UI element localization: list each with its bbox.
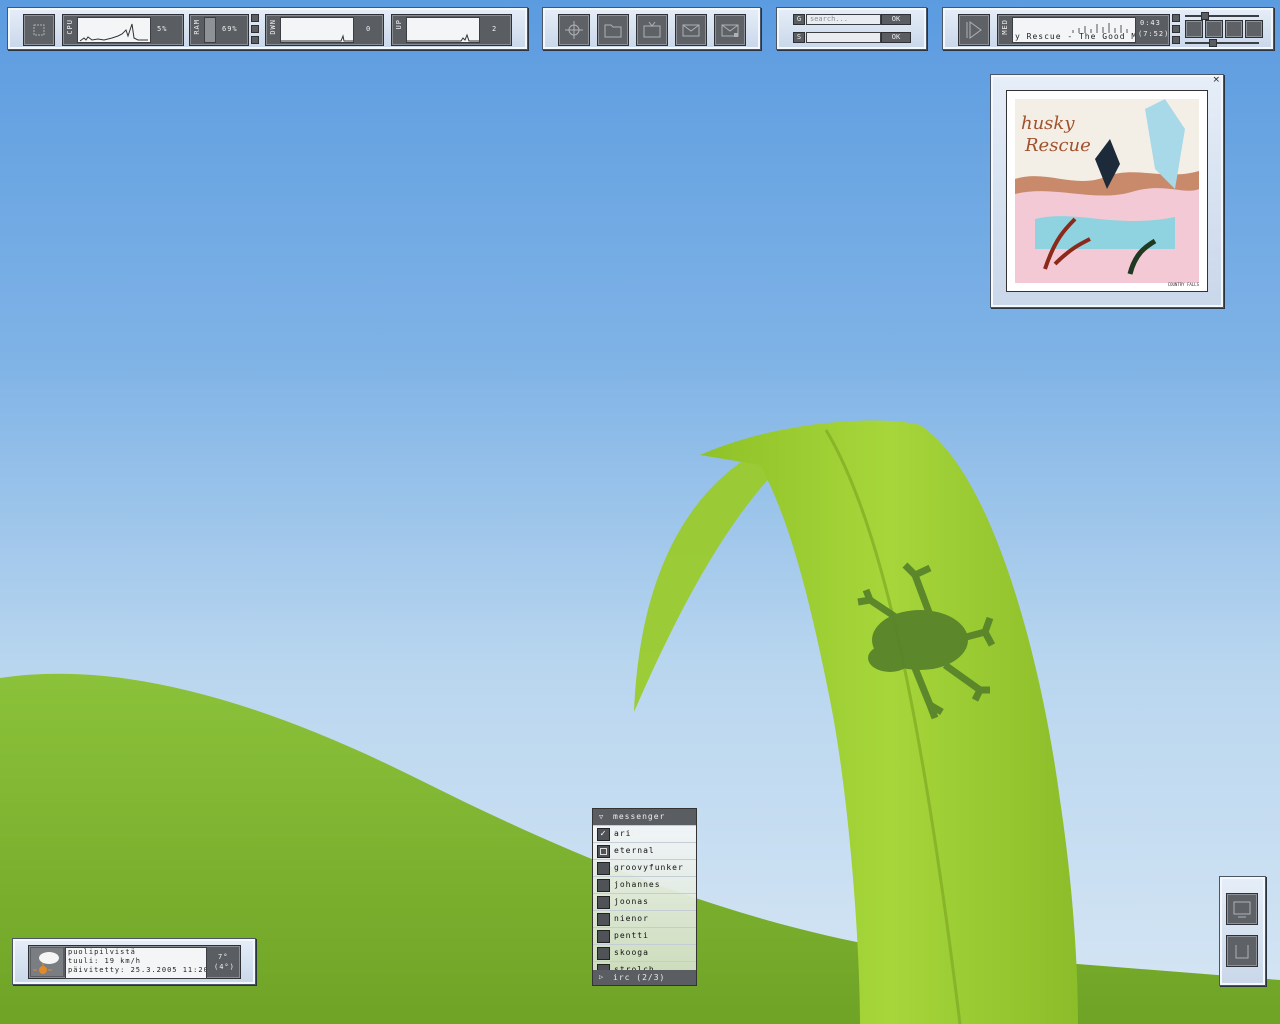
weather-widget: Puolipilvistä Tuuli: 19 km/h Päivitetty:…	[12, 938, 256, 985]
tray-widget	[1219, 876, 1266, 986]
contact-row[interactable]: johannes	[593, 876, 696, 893]
media-option-1[interactable]	[1172, 14, 1180, 22]
mail-icon[interactable]	[675, 14, 707, 46]
ram-meter: RAM 69%	[189, 14, 249, 46]
search-widget: g search... OK s OK	[776, 7, 927, 50]
next-button[interactable]	[1245, 20, 1263, 38]
ram-option-2[interactable]	[251, 25, 259, 33]
track-title: y Rescue - The Good Ma	[1015, 32, 1136, 41]
album-cover-image: husky Rescue	[1015, 99, 1199, 283]
volume-handle[interactable]	[1201, 12, 1209, 20]
time-elapsed: 0:43	[1140, 19, 1161, 27]
svg-text:husky: husky	[1021, 113, 1075, 134]
media-player-widget: MED y Rescue - The Good Ma 0:43 (7:52)	[942, 7, 1274, 50]
weather-display: Puolipilvistä Tuuli: 19 km/h Päivitetty:…	[28, 945, 241, 979]
media-label: MED	[1001, 19, 1009, 35]
down-label: DWN	[269, 19, 277, 35]
search-ok-button-2[interactable]: OK	[881, 32, 911, 43]
search-input-s[interactable]	[806, 32, 881, 43]
mail-new-icon[interactable]	[714, 14, 746, 46]
up-label: UP	[395, 19, 403, 30]
media-option-3[interactable]	[1172, 36, 1180, 44]
monitor-icon[interactable]	[1226, 893, 1258, 925]
download-graph	[280, 17, 354, 43]
down-value: 0	[366, 25, 372, 33]
expand-arrow-icon: ▷	[599, 973, 605, 981]
ram-label: RAM	[193, 19, 201, 35]
irc-group-label: irc (2/3)	[613, 973, 666, 982]
system-monitor-widget: CPU 5% RAM 69% DWN 0 UP 2	[7, 7, 528, 50]
prev-button[interactable]	[1185, 20, 1203, 38]
volume-slider[interactable]	[1185, 15, 1259, 17]
search-ok-button-1[interactable]: OK	[881, 14, 911, 25]
contact-row[interactable]: groovyfunker	[593, 859, 696, 876]
trash-icon[interactable]	[1226, 935, 1258, 967]
offline-status-icon	[597, 862, 610, 875]
collapse-arrow-icon: ▽	[599, 813, 605, 821]
media-option-2[interactable]	[1172, 25, 1180, 33]
weather-updated: Päivitetty: 25.3.2005 11:20	[68, 966, 207, 974]
partly-cloudy-icon	[31, 948, 63, 976]
offline-status-icon	[597, 930, 610, 943]
visualizer: y Rescue - The Good Ma	[1012, 17, 1136, 43]
irc-group-header[interactable]: ▷ irc (2/3)	[593, 970, 696, 985]
pager-icon[interactable]	[23, 14, 55, 46]
weather-feels-like: (4°)	[214, 963, 235, 971]
ram-bar	[204, 17, 216, 43]
offline-status-icon	[597, 947, 610, 960]
launcher-widget	[542, 7, 761, 50]
pause-button[interactable]	[1205, 20, 1223, 38]
cpu-label: CPU	[66, 19, 74, 35]
contact-row[interactable]: ✓ ari	[593, 825, 696, 842]
download-meter: DWN 0	[265, 14, 384, 46]
time-total: (7:52)	[1138, 30, 1170, 38]
crosshair-icon[interactable]	[558, 14, 590, 46]
contact-row[interactable]: pentti	[593, 927, 696, 944]
ram-option-3[interactable]	[251, 36, 259, 44]
media-display: MED y Rescue - The Good Ma 0:43 (7:52)	[997, 14, 1170, 46]
cpu-graph	[77, 17, 151, 43]
search-s-key: s	[793, 32, 805, 43]
search-input-g[interactable]: search...	[806, 14, 881, 25]
contact-row[interactable]: skooga	[593, 944, 696, 961]
messenger-widget: ▽ messenger (2/9) ✓ ari eternal groovyfun…	[592, 808, 697, 986]
seek-slider[interactable]	[1185, 42, 1259, 44]
folder-icon[interactable]	[597, 14, 629, 46]
play-icon[interactable]	[958, 14, 990, 46]
contact-row[interactable]: eternal	[593, 842, 696, 859]
close-icon[interactable]: ×	[1212, 75, 1220, 85]
cpu-value: 5%	[157, 25, 168, 33]
away-status-icon	[597, 845, 610, 858]
weather-info: Puolipilvistä Tuuli: 19 km/h Päivitetty:…	[65, 947, 207, 979]
up-value: 2	[492, 25, 498, 33]
album-cover-frame: husky Rescue COUNTRY FALLS	[1006, 90, 1208, 292]
contact-row[interactable]: nienor	[593, 910, 696, 927]
contact-row[interactable]: joonas	[593, 893, 696, 910]
upload-meter: UP 2	[391, 14, 512, 46]
tv-icon[interactable]	[636, 14, 668, 46]
weather-condition: Puolipilvistä	[68, 948, 136, 956]
messenger-header[interactable]: ▽ messenger (2/9)	[593, 809, 696, 837]
ram-option-1[interactable]	[251, 14, 259, 22]
stop-button[interactable]	[1225, 20, 1243, 38]
offline-status-icon	[597, 913, 610, 926]
offline-status-icon	[597, 896, 610, 909]
cpu-meter: CPU 5%	[62, 14, 184, 46]
album-caption: COUNTRY FALLS	[1167, 282, 1199, 287]
contact-list: ✓ ari eternal groovyfunker johannes joona…	[593, 825, 696, 978]
album-art-widget: × husky Rescue COUNTRY FALLS	[990, 74, 1224, 308]
svg-text:Rescue: Rescue	[1024, 135, 1091, 156]
upload-graph	[406, 17, 480, 43]
weather-wind: Tuuli: 19 km/h	[68, 957, 142, 965]
ram-value: 69%	[222, 25, 238, 33]
weather-temp: 7°	[218, 953, 229, 961]
checkmark-icon: ✓	[597, 828, 610, 841]
offline-status-icon	[597, 879, 610, 892]
seek-handle[interactable]	[1209, 39, 1217, 47]
search-g-key: g	[793, 14, 805, 25]
